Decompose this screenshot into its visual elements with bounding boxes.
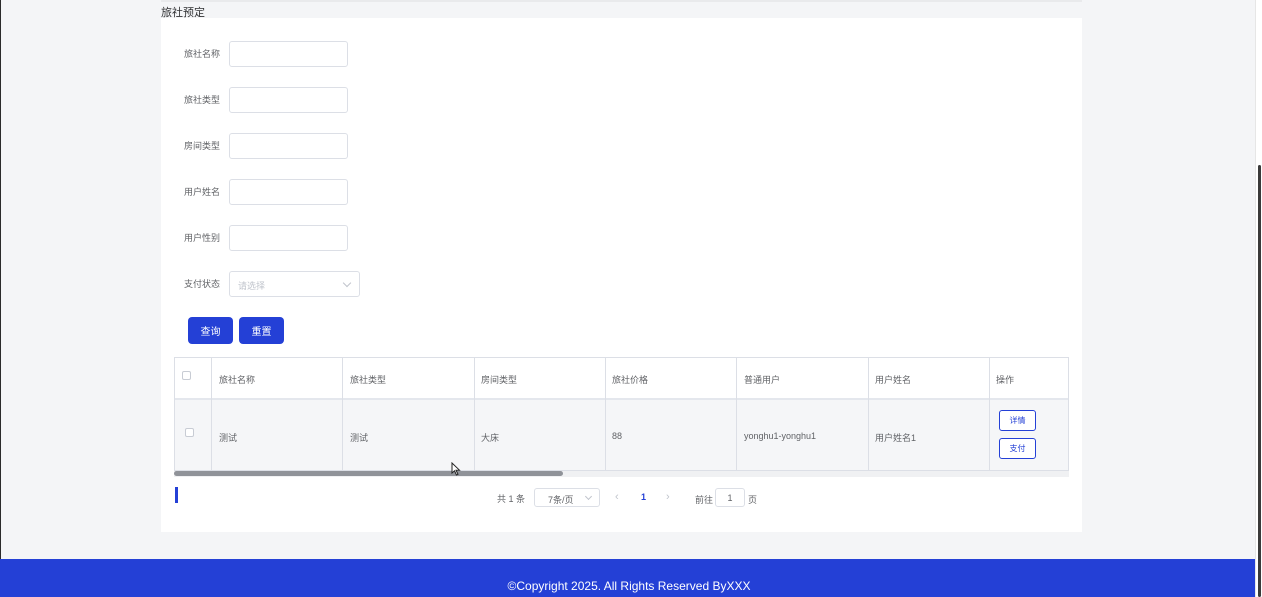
page-size-value: 7条/页 <box>548 495 574 505</box>
cell-user: yonghu1-yonghu1 <box>744 431 817 441</box>
column-header-hotel-name: 旅社名称 <box>219 375 256 385</box>
detail-button[interactable]: 详情 <box>999 410 1036 431</box>
column-header-price: 旅社价格 <box>612 375 649 385</box>
vertical-scrollbar[interactable] <box>1255 0 1262 597</box>
pay-status-label: 支付状态 <box>184 279 221 289</box>
hotel-type-input[interactable] <box>229 87 348 113</box>
window-edge <box>0 0 1 560</box>
cell-user-name: 用户姓名1 <box>875 433 917 443</box>
column-divider <box>868 358 869 470</box>
accent-marker <box>175 487 178 503</box>
chevron-down-icon <box>342 278 352 288</box>
column-divider <box>989 358 990 470</box>
prev-page-icon[interactable]: ‹ <box>615 491 619 503</box>
pay-status-placeholder: 请选择 <box>238 281 266 291</box>
goto-page-input[interactable] <box>715 488 745 507</box>
copyright-text: ©Copyright 2025. All Rights Reserved ByX… <box>507 579 751 593</box>
column-divider <box>342 358 343 470</box>
room-type-label: 房间类型 <box>184 141 221 151</box>
cell-hotel-name: 测试 <box>219 433 238 443</box>
column-divider <box>474 358 475 470</box>
pay-button[interactable]: 支付 <box>999 438 1036 459</box>
next-page-icon[interactable]: › <box>666 491 670 503</box>
data-table: 旅社名称 旅社类型 房间类型 旅社价格 普通用户 用户姓名 操作 测试 测试 大… <box>174 357 1069 471</box>
mouse-cursor-icon <box>451 462 461 476</box>
reset-button[interactable]: 重置 <box>239 317 284 344</box>
column-header-room-type: 房间类型 <box>481 375 518 385</box>
column-header-hotel-type: 旅社类型 <box>350 375 387 385</box>
pay-status-select[interactable]: 请选择 <box>229 271 360 297</box>
horizontal-scroll-thumb[interactable] <box>174 471 563 476</box>
footer: ©Copyright 2025. All Rights Reserved ByX… <box>0 559 1255 597</box>
column-header-actions: 操作 <box>996 375 1015 385</box>
room-type-input[interactable] <box>229 133 348 159</box>
cell-room-type: 大床 <box>481 433 500 443</box>
vertical-scroll-thumb[interactable] <box>1258 165 1261 597</box>
goto-prefix: 前往 <box>695 495 714 505</box>
top-divider <box>161 0 1082 2</box>
cell-hotel-type: 测试 <box>350 433 369 443</box>
page-size-select[interactable]: 7条/页 <box>534 488 600 507</box>
chevron-down-icon <box>584 492 593 501</box>
horizontal-scrollbar[interactable] <box>174 471 1069 477</box>
current-page-number[interactable]: 1 <box>641 492 646 502</box>
hotel-name-input[interactable] <box>229 41 348 67</box>
user-gender-label: 用户性别 <box>184 233 221 243</box>
column-header-user: 普通用户 <box>744 375 781 385</box>
row-checkbox[interactable] <box>185 428 194 437</box>
column-divider <box>211 358 212 470</box>
query-button[interactable]: 查询 <box>188 317 233 344</box>
user-gender-input[interactable] <box>229 225 348 251</box>
column-divider <box>605 358 606 470</box>
column-header-user-name: 用户姓名 <box>875 375 912 385</box>
hotel-name-label: 旅社名称 <box>184 49 221 59</box>
user-name-input[interactable] <box>229 179 348 205</box>
hotel-type-label: 旅社类型 <box>184 95 221 105</box>
column-divider <box>736 358 737 470</box>
user-name-label: 用户姓名 <box>184 187 221 197</box>
select-all-checkbox[interactable] <box>182 371 191 380</box>
goto-suffix: 页 <box>748 495 758 505</box>
cell-price: 88 <box>612 431 623 441</box>
total-count: 共 1 条 <box>497 494 526 504</box>
